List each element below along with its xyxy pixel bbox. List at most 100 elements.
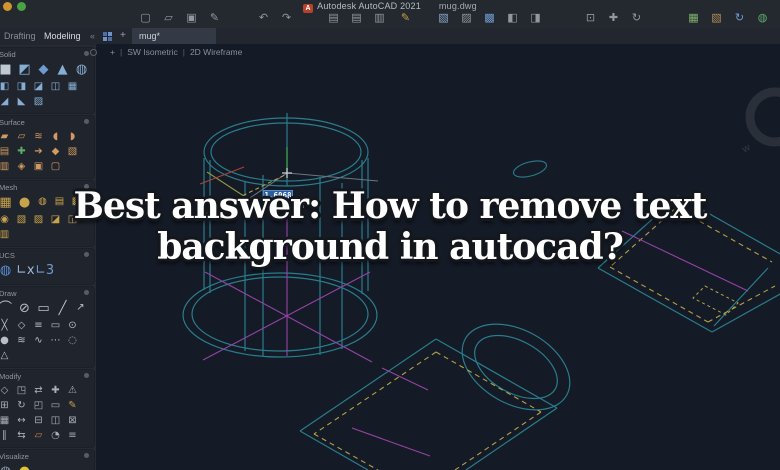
solid-tool-icon[interactable]: ◣ xyxy=(14,95,29,108)
match-properties-icon[interactable]: ▧ xyxy=(436,11,451,25)
tab-drafting[interactable]: Drafting xyxy=(4,28,36,45)
surface-tool-icon[interactable]: ◖ xyxy=(48,130,63,143)
tab-modeling[interactable]: Modeling xyxy=(44,28,81,45)
file-tab-mug[interactable]: mug* xyxy=(132,28,216,45)
collapse-tabs-icon[interactable]: « xyxy=(90,28,95,45)
draw-tool-icon[interactable]: ▭ xyxy=(48,319,63,332)
surface-tool-icon[interactable]: ▤ xyxy=(0,145,12,158)
palette-section-header[interactable]: Solid xyxy=(0,48,94,60)
external-reference-icon[interactable]: ◨ xyxy=(528,11,543,25)
surface-tool-icon[interactable]: ◗ xyxy=(65,130,80,143)
orbit-icon[interactable]: ↻ xyxy=(629,11,644,25)
surface-tool-icon[interactable]: ▣ xyxy=(31,160,46,173)
batch-plot-icon[interactable]: ▤ xyxy=(349,11,364,25)
modify-tool-icon[interactable]: ⚠ xyxy=(65,384,80,397)
draw-tool-icon[interactable]: ⊙ xyxy=(65,319,80,332)
redo-icon[interactable]: ↷ xyxy=(279,11,294,25)
materials-icon[interactable]: ▧ xyxy=(709,11,724,25)
solid-tool-icon[interactable]: ▨ xyxy=(31,95,46,108)
modify-tool-icon[interactable]: ⊟ xyxy=(31,414,46,427)
solid-tool-icon[interactable]: ◆ xyxy=(35,62,52,78)
surface-tool-icon[interactable]: ≋ xyxy=(31,130,46,143)
visualize-tool-icon[interactable]: ● xyxy=(16,464,33,470)
zoom-window-icon[interactable]: ⊡ xyxy=(583,11,598,25)
draw-tool-icon[interactable]: ⊘ xyxy=(16,301,33,317)
modify-tool-icon[interactable]: ⊞ xyxy=(0,399,12,412)
modify-tool-icon[interactable]: ◳ xyxy=(14,384,29,397)
plot-preview-icon[interactable]: ▥ xyxy=(372,11,387,25)
surface-tool-icon[interactable]: ▰ xyxy=(0,130,12,143)
open-folder-icon[interactable]: ▱ xyxy=(161,11,176,25)
section-options-icon[interactable] xyxy=(84,51,89,56)
copy-clip-icon[interactable]: ▨ xyxy=(459,11,474,25)
solid-tool-icon[interactable]: ▲ xyxy=(54,62,71,78)
viewport-control-button[interactable]: + xyxy=(110,47,115,57)
draw-tool-icon[interactable]: ● xyxy=(0,334,12,347)
draw-tool-icon[interactable]: ◇ xyxy=(14,319,29,332)
edit-drawing-icon[interactable]: ✎ xyxy=(398,11,413,25)
surface-tool-icon[interactable]: ✚ xyxy=(14,145,29,158)
new-drawing-tab-button[interactable]: + xyxy=(120,28,126,45)
modify-tool-icon[interactable]: ∥ xyxy=(0,429,12,442)
draw-tool-icon[interactable]: ↗ xyxy=(73,301,88,314)
pan-icon[interactable]: ✚ xyxy=(606,11,621,25)
solid-tool-icon[interactable]: ■ xyxy=(0,62,14,78)
section-options-icon[interactable] xyxy=(84,373,89,378)
palette-section-header[interactable]: Modify xyxy=(0,370,94,382)
modify-tool-icon[interactable]: ⇄ xyxy=(31,384,46,397)
draw-tool-icon[interactable]: ⌒ xyxy=(0,301,14,317)
solid-tool-icon[interactable]: ◪ xyxy=(31,80,46,93)
draw-tool-icon[interactable]: ∿ xyxy=(31,334,46,347)
section-options-icon[interactable] xyxy=(84,119,89,124)
layout-grid-icon[interactable] xyxy=(103,32,112,41)
visualize-tool-icon[interactable]: ◍ xyxy=(0,464,14,470)
save-icon[interactable]: ▣ xyxy=(184,11,199,25)
modify-tool-icon[interactable]: ⊠ xyxy=(65,414,80,427)
draw-tool-icon[interactable]: ≡ xyxy=(31,319,46,332)
modify-tool-icon[interactable]: ◰ xyxy=(31,399,46,412)
surface-tool-icon[interactable]: ➔ xyxy=(31,145,46,158)
surface-tool-icon[interactable]: ◈ xyxy=(14,160,29,173)
update-fields-icon[interactable]: ↻ xyxy=(732,11,747,25)
solid-tool-icon[interactable]: ◫ xyxy=(48,80,63,93)
viewport-dot-icon[interactable] xyxy=(90,49,97,56)
surface-tool-icon[interactable]: ▥ xyxy=(0,160,12,173)
paste-icon[interactable]: ▩ xyxy=(482,11,497,25)
solid-tool-icon[interactable]: ▦ xyxy=(65,80,80,93)
section-options-icon[interactable] xyxy=(84,290,89,295)
draw-tool-icon[interactable]: ◌ xyxy=(65,334,80,347)
viewport-style-menu[interactable]: 2D Wireframe xyxy=(190,47,242,57)
undo-icon[interactable]: ↶ xyxy=(256,11,271,25)
viewport-view-menu[interactable]: SW Isometric xyxy=(127,47,178,57)
draw-tool-icon[interactable]: ⋯ xyxy=(48,334,63,347)
surface-tool-icon[interactable]: ◆ xyxy=(48,145,63,158)
palette-section-header[interactable]: Visualize xyxy=(0,450,94,462)
solid-tool-icon[interactable]: ◧ xyxy=(0,80,12,93)
solid-tool-icon[interactable]: ◢ xyxy=(0,95,12,108)
surface-tool-icon[interactable]: ▧ xyxy=(65,145,80,158)
draw-tool-icon[interactable]: ╳ xyxy=(0,319,12,332)
modify-tool-icon[interactable]: ≡ xyxy=(65,429,80,442)
modify-tool-icon[interactable]: ✚ xyxy=(48,384,63,397)
palette-section-header[interactable]: Draw xyxy=(0,287,94,299)
modify-tool-icon[interactable]: ◔ xyxy=(48,429,63,442)
insert-block-icon[interactable]: ◧ xyxy=(505,11,520,25)
draw-tool-icon[interactable]: ▭ xyxy=(35,301,52,317)
draw-tool-icon[interactable]: ╱ xyxy=(54,301,71,317)
solid-tool-icon[interactable]: ◨ xyxy=(14,80,29,93)
palette-section-header[interactable]: Surface xyxy=(0,116,94,128)
sync-icon[interactable]: ◍ xyxy=(755,11,770,25)
solid-tool-icon[interactable]: ◍ xyxy=(73,62,90,78)
modify-tool-icon[interactable]: ◇ xyxy=(0,384,12,397)
modify-tool-icon[interactable]: ↻ xyxy=(14,399,29,412)
new-file-icon[interactable]: ▢ xyxy=(138,11,153,25)
save-as-icon[interactable]: ✎ xyxy=(207,11,222,25)
modify-tool-icon[interactable]: ⇆ xyxy=(14,429,29,442)
modify-tool-icon[interactable]: ▭ xyxy=(48,399,63,412)
draw-tool-icon[interactable]: ≋ xyxy=(14,334,29,347)
print-icon[interactable]: ▤ xyxy=(326,11,341,25)
render-icon[interactable]: ▦ xyxy=(686,11,701,25)
modify-tool-icon[interactable]: ◫ xyxy=(48,414,63,427)
surface-tool-icon[interactable]: ▱ xyxy=(14,130,29,143)
draw-tool-icon[interactable]: △ xyxy=(0,349,12,362)
